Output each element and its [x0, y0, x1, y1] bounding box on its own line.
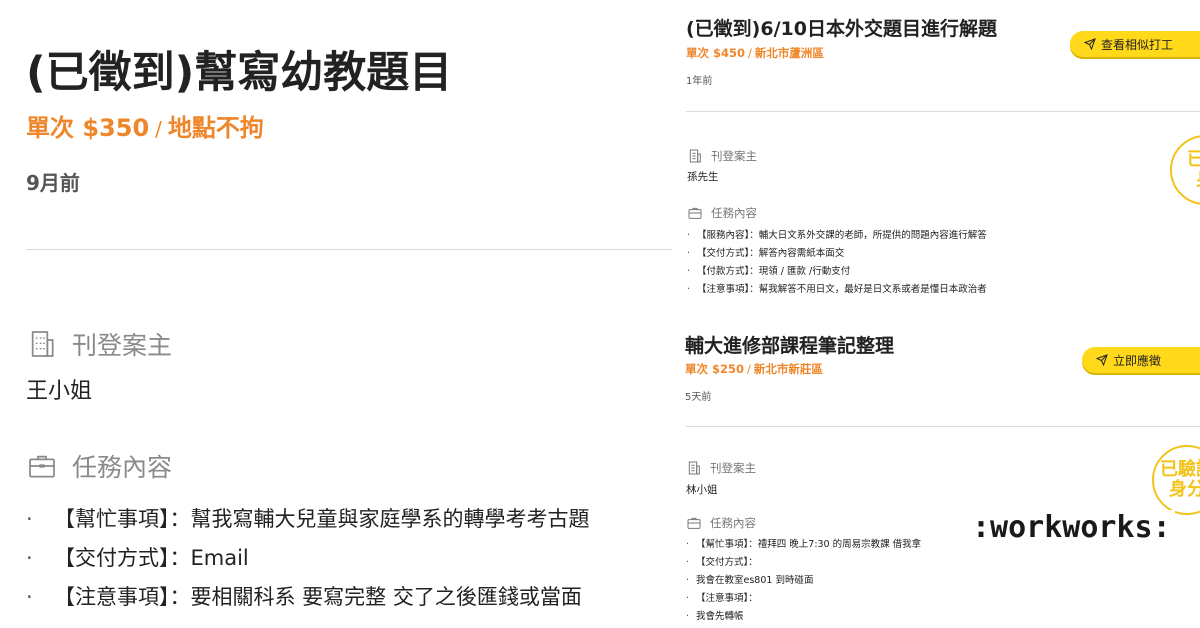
list-item: · 【幫忙事項】：禮拜四 晚上7:30 的周易宗教課 借我拿: [686, 539, 922, 550]
job-price-location: 單次 $450/新北市蘆洲區: [686, 45, 824, 61]
job-location: 新北市蘆洲區: [754, 46, 824, 60]
divider: [26, 249, 672, 250]
list-item: · 【交付方式】：解答內容需紙本面交: [687, 248, 845, 259]
task-list: · 【服務內容】：輔大日文系外交課的老師，所提供的問題內容進行解答 · 【交付方式】…: [687, 227, 987, 299]
job-title[interactable]: (已徵到)6/10日本外交題目進行解題: [686, 14, 997, 41]
divider: [686, 426, 1200, 427]
list-item: · 【交付方式】：: [686, 557, 758, 568]
job-price-location: 單次 $250/新北市新莊區: [685, 361, 823, 377]
briefcase-icon: [29, 455, 55, 478]
posted-time: 9月前: [26, 171, 80, 195]
send-icon: [1084, 38, 1096, 50]
list-item: · 【注意事項】：: [686, 593, 758, 604]
poster-section-header: 刊登案主: [687, 148, 757, 164]
apply-now-button[interactable]: 立即應徵: [1082, 347, 1200, 373]
price-separator: /: [748, 46, 752, 60]
send-icon: [1096, 354, 1108, 366]
job-location: 地點不拘: [167, 114, 264, 142]
poster-name: 林小姐: [686, 484, 718, 496]
poster-name: 孫先生: [687, 171, 719, 183]
briefcase-icon: [688, 207, 702, 219]
divider: [686, 111, 1200, 112]
job-detail-zoomed: (已徵到)幫寫幼教題目 單次 $350/地點不拘 9月前 刊登案主 王小姐 任務…: [0, 0, 672, 628]
list-item: · 【幫忙事項】：幫我寫輔大兒童與家庭學系的轉學考考古題: [26, 507, 590, 531]
briefcase-icon: [687, 517, 701, 529]
list-item: · 我會在教室es801 到時碰面: [686, 575, 814, 586]
list-item: · 【付款方式】：現領 / 匯款 /行動支付: [687, 266, 851, 277]
building-icon: [689, 149, 701, 163]
job-price: 單次 $450: [686, 46, 746, 60]
list-item: · 【注意事項】：幫我解答不用日文，最好是日文系或者是懂日本政治者: [687, 284, 987, 295]
task-list: · 【幫忙事項】：禮拜四 晚上7:30 的周易宗教課 借我拿 · 【交付方式】： ·…: [686, 536, 921, 626]
poster-name: 王小姐: [26, 379, 93, 404]
list-item: · 我會先轉帳: [686, 611, 744, 622]
job-price: 單次 $250: [685, 362, 745, 376]
poster-label: 刊登案主: [72, 331, 173, 360]
job-price: 單次 $350: [26, 114, 150, 142]
task-section-header: 任務內容: [26, 448, 172, 484]
brand-watermark: :workworks:: [968, 510, 1175, 545]
job-price-location: 單次 $350/地點不拘: [26, 108, 264, 143]
price-separator: /: [747, 362, 751, 376]
task-section-header: 任務內容: [686, 515, 756, 531]
verified-badge: 已驗身: [1170, 135, 1200, 205]
building-icon: [688, 461, 700, 475]
job-title[interactable]: 輔大進修部課程筆記整理: [685, 331, 894, 358]
job-location: 新北市新莊區: [753, 362, 823, 376]
list-item: · 【注意事項】：要相關科系 要寫完整 交了之後匯錢或當面: [26, 585, 582, 609]
task-section-header: 任務內容: [687, 205, 757, 221]
price-separator: /: [155, 117, 162, 141]
poster-section-header: 刊登案主: [686, 460, 756, 476]
poster-section-header: 刊登案主: [26, 326, 172, 362]
posted-time: 1年前: [686, 76, 713, 87]
view-similar-jobs-button[interactable]: 查看相似打工: [1070, 31, 1200, 57]
task-list: · 【幫忙事項】：幫我寫輔大兒童與家庭學系的轉學考考古題 · 【交付方式】：Emai…: [26, 500, 672, 617]
job-title: (已徵到)幫寫幼教題目: [26, 48, 453, 98]
list-item: · 【交付方式】：Email: [26, 546, 249, 570]
task-label: 任務內容: [72, 453, 173, 482]
posted-time: 5天前: [685, 392, 712, 403]
verified-badge: 已驗證身分: [1152, 445, 1200, 515]
building-icon: [31, 331, 54, 357]
list-item: · 【服務內容】：輔大日文系外交課的老師，所提供的問題內容進行解答: [687, 230, 987, 241]
